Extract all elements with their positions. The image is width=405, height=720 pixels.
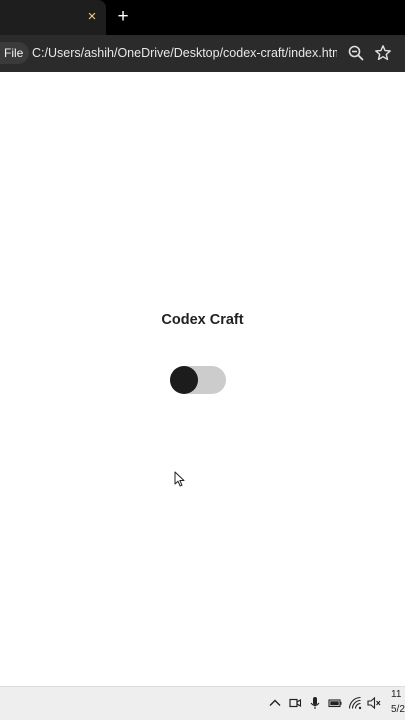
toggle-knob[interactable] [170, 366, 198, 394]
toggle-switch[interactable] [170, 366, 226, 394]
page-content: Codex Craft [0, 72, 405, 686]
taskbar: 11 5/2 [0, 686, 405, 720]
url-input[interactable]: C:/Users/ashih/OneDrive/Desktop/codex-cr… [32, 44, 337, 62]
new-tab-button[interactable]: + [113, 6, 133, 28]
star-icon[interactable] [374, 44, 392, 62]
mouse-cursor-icon [174, 471, 185, 487]
wifi-icon[interactable] [348, 696, 362, 710]
clock-date[interactable]: 5/2 [391, 704, 405, 715]
microphone-icon[interactable] [308, 696, 322, 710]
active-tab[interactable]: × [0, 0, 106, 35]
address-bar: File C:/Users/ashih/OneDrive/Desktop/cod… [0, 35, 405, 72]
screen: × + File C:/Users/ashih/OneDrive/Desktop… [0, 0, 405, 720]
tab-strip: × + [0, 0, 405, 35]
battery-icon[interactable] [328, 696, 342, 710]
meet-now-icon[interactable] [288, 696, 302, 710]
page-title: Codex Craft [161, 312, 244, 328]
clock-time[interactable]: 11 [391, 689, 401, 700]
zoom-out-icon[interactable] [347, 44, 365, 62]
site-info-chip[interactable]: File [0, 42, 30, 64]
chevron-up-icon[interactable] [268, 696, 282, 710]
speaker-muted-icon[interactable] [367, 696, 381, 710]
tab-close-icon[interactable]: × [84, 8, 100, 26]
